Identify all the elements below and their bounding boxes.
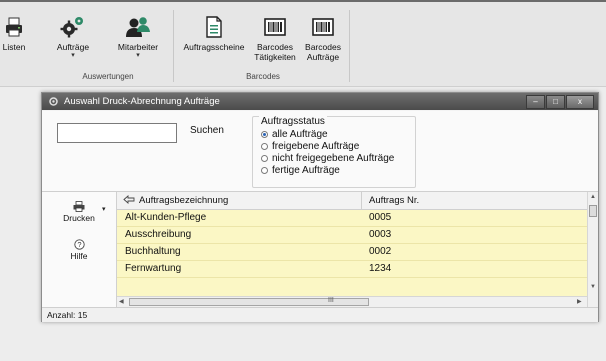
radio-label: fertige Aufträge bbox=[272, 165, 340, 176]
barcodes-taetigkeiten-label: Barcodes Tätigkeiten bbox=[251, 42, 299, 62]
ribbon-top-border bbox=[0, 0, 606, 2]
auftraege-label: Aufträge bbox=[56, 42, 90, 52]
listen-label: Listen bbox=[2, 42, 26, 52]
order-number-cell: 1234 bbox=[369, 263, 392, 274]
radio-selected-icon bbox=[261, 131, 268, 138]
app-icon bbox=[48, 96, 59, 107]
column-header-order-number[interactable]: Auftrags Nr. bbox=[369, 195, 419, 206]
titlebar[interactable]: Auswahl Druck-Abrechnung Aufträge – □ x bbox=[42, 93, 598, 110]
auftragsscheine-label: Auftragsscheine bbox=[183, 42, 245, 52]
close-button[interactable]: x bbox=[566, 95, 594, 109]
scroll-right-arrow-icon[interactable]: ▶ bbox=[577, 298, 582, 305]
window-controls: – □ x bbox=[526, 95, 594, 109]
vertical-scrollbar[interactable]: ▲ ▼ bbox=[587, 192, 598, 307]
order-name-cell: Fernwartung bbox=[125, 263, 182, 274]
help-label: Hilfe bbox=[70, 251, 88, 261]
table-row[interactable]: Fernwartung 1234 bbox=[117, 261, 587, 278]
radio-all-orders[interactable]: alle Aufträge bbox=[261, 129, 328, 140]
maximize-button[interactable]: □ bbox=[546, 95, 565, 109]
pointer-icon bbox=[123, 195, 135, 206]
ribbon: Listen Aufträge ▾ Mitarbeiter ▾ Auswertu… bbox=[0, 0, 606, 87]
radio-unselected-icon bbox=[261, 167, 268, 174]
barcodes-taetigkeiten-line2: Tätigkeiten bbox=[254, 52, 296, 62]
document-icon bbox=[178, 14, 250, 40]
print-icon bbox=[0, 14, 28, 40]
barcode-icon bbox=[300, 14, 346, 40]
table-row[interactable]: Ausschreibung 0003 bbox=[117, 227, 587, 244]
svg-text:?: ? bbox=[77, 240, 81, 249]
radio-label: nicht freigegebene Aufträge bbox=[272, 153, 395, 164]
scroll-up-arrow-icon[interactable]: ▲ bbox=[590, 194, 596, 200]
help-icon: ? bbox=[42, 237, 116, 251]
barcodes-auftraege-line1: Barcodes bbox=[305, 42, 341, 52]
column-divider[interactable] bbox=[361, 192, 362, 209]
radio-finished-orders[interactable]: fertige Aufträge bbox=[261, 165, 340, 176]
order-status-title: Auftragsstatus bbox=[259, 116, 327, 127]
scroll-grip: III bbox=[328, 297, 334, 304]
auftraege-button[interactable]: Aufträge ▾ bbox=[52, 14, 94, 59]
minimize-button[interactable]: – bbox=[526, 95, 545, 109]
chevron-down-icon: ▾ bbox=[71, 52, 75, 59]
order-name-cell: Buchhaltung bbox=[125, 246, 181, 257]
order-name-cell: Ausschreibung bbox=[125, 229, 192, 240]
window-title: Auswahl Druck-Abrechnung Aufträge bbox=[64, 96, 220, 107]
grid-header: Auftragsbezeichnung Auftrags Nr. bbox=[117, 192, 587, 210]
barcodes-auftraege-button[interactable]: Barcodes Aufträge bbox=[300, 14, 346, 62]
help-button[interactable]: ? Hilfe bbox=[42, 237, 116, 261]
print-label: Drucken bbox=[63, 213, 95, 223]
filter-panel: Suchen Auftragsstatus alle Aufträge frei… bbox=[42, 111, 598, 192]
radio-unselected-icon bbox=[261, 143, 268, 150]
scroll-thumb[interactable] bbox=[589, 205, 597, 217]
gears-icon bbox=[52, 14, 94, 40]
print-dialog-window: Auswahl Druck-Abrechnung Aufträge – □ x … bbox=[41, 92, 599, 322]
barcode-icon bbox=[251, 14, 299, 40]
record-count: Anzahl: 15 bbox=[47, 310, 88, 320]
search-button[interactable]: Suchen bbox=[190, 125, 224, 136]
group-separator bbox=[349, 10, 350, 82]
orders-grid: Auftragsbezeichnung Auftrags Nr. Alt-Kun… bbox=[117, 192, 598, 307]
barcodes-auftraege-label: Barcodes Aufträge bbox=[300, 42, 346, 62]
radio-released-orders[interactable]: freigebene Aufträge bbox=[261, 141, 359, 152]
table-row[interactable]: Alt-Kunden-Pflege 0005 bbox=[117, 210, 587, 227]
barcodes-taetigkeiten-button[interactable]: Barcodes Tätigkeiten bbox=[251, 14, 299, 62]
group-label-auswertungen: Auswertungen bbox=[82, 72, 134, 81]
column-header-order-name[interactable]: Auftragsbezeichnung bbox=[139, 195, 228, 206]
barcodes-auftraege-line2: Aufträge bbox=[306, 52, 340, 62]
mitarbeiter-label: Mitarbeiter bbox=[117, 42, 159, 52]
order-number-cell: 0005 bbox=[369, 212, 392, 223]
chevron-down-icon[interactable]: ▾ bbox=[102, 205, 106, 213]
listen-button[interactable]: Listen bbox=[0, 14, 28, 52]
order-name-cell: Alt-Kunden-Pflege bbox=[125, 212, 207, 223]
table-row-partial[interactable] bbox=[117, 278, 587, 297]
group-label-barcodes: Barcodes bbox=[246, 72, 280, 81]
action-side-panel: Drucken ▾ ? Hilfe bbox=[42, 192, 117, 307]
chevron-down-icon: ▾ bbox=[136, 52, 140, 59]
auftragsscheine-button[interactable]: Auftragsscheine bbox=[178, 14, 250, 52]
radio-label: freigebene Aufträge bbox=[272, 141, 360, 152]
order-number-cell: 0003 bbox=[369, 229, 392, 240]
group-separator bbox=[173, 10, 174, 82]
table-row[interactable]: Buchhaltung 0002 bbox=[117, 244, 587, 261]
status-bar: Anzahl: 15 bbox=[42, 307, 598, 322]
scroll-down-arrow-icon[interactable]: ▼ bbox=[590, 284, 596, 290]
horizontal-scrollbar[interactable]: ◀ III ▶ bbox=[117, 296, 587, 307]
barcodes-taetigkeiten-line1: Barcodes bbox=[257, 42, 293, 52]
order-status-group: Auftragsstatus alle Aufträge freigebene … bbox=[252, 116, 416, 188]
radio-unselected-icon bbox=[261, 155, 268, 162]
people-icon bbox=[112, 14, 164, 40]
radio-label: alle Aufträge bbox=[272, 129, 328, 140]
order-number-cell: 0002 bbox=[369, 246, 392, 257]
scroll-left-arrow-icon[interactable]: ◀ bbox=[119, 298, 124, 305]
mitarbeiter-button[interactable]: Mitarbeiter ▾ bbox=[112, 14, 164, 59]
radio-unreleased-orders[interactable]: nicht freigegebene Aufträge bbox=[261, 153, 394, 164]
search-input[interactable] bbox=[57, 123, 177, 143]
